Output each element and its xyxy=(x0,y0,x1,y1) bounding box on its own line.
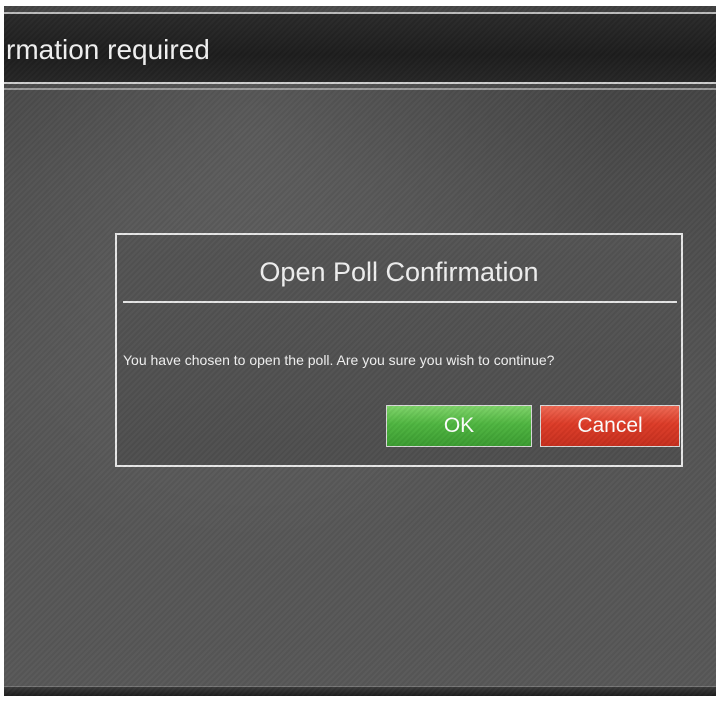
cancel-button[interactable]: Cancel xyxy=(540,405,680,447)
window-title: rmation required xyxy=(6,34,210,65)
screen-bottom-edge xyxy=(4,686,716,696)
screen: rmation required Open Poll Confirmation … xyxy=(4,6,716,696)
dialog-message: You have chosen to open the poll. Are yo… xyxy=(123,352,555,368)
confirmation-dialog: Open Poll Confirmation You have chosen t… xyxy=(115,233,683,467)
dialog-divider xyxy=(123,301,677,303)
dialog-title: Open Poll Confirmation xyxy=(259,257,539,287)
title-divider xyxy=(4,88,716,90)
title-bar: rmation required xyxy=(4,12,716,84)
ok-button[interactable]: OK xyxy=(386,405,532,447)
